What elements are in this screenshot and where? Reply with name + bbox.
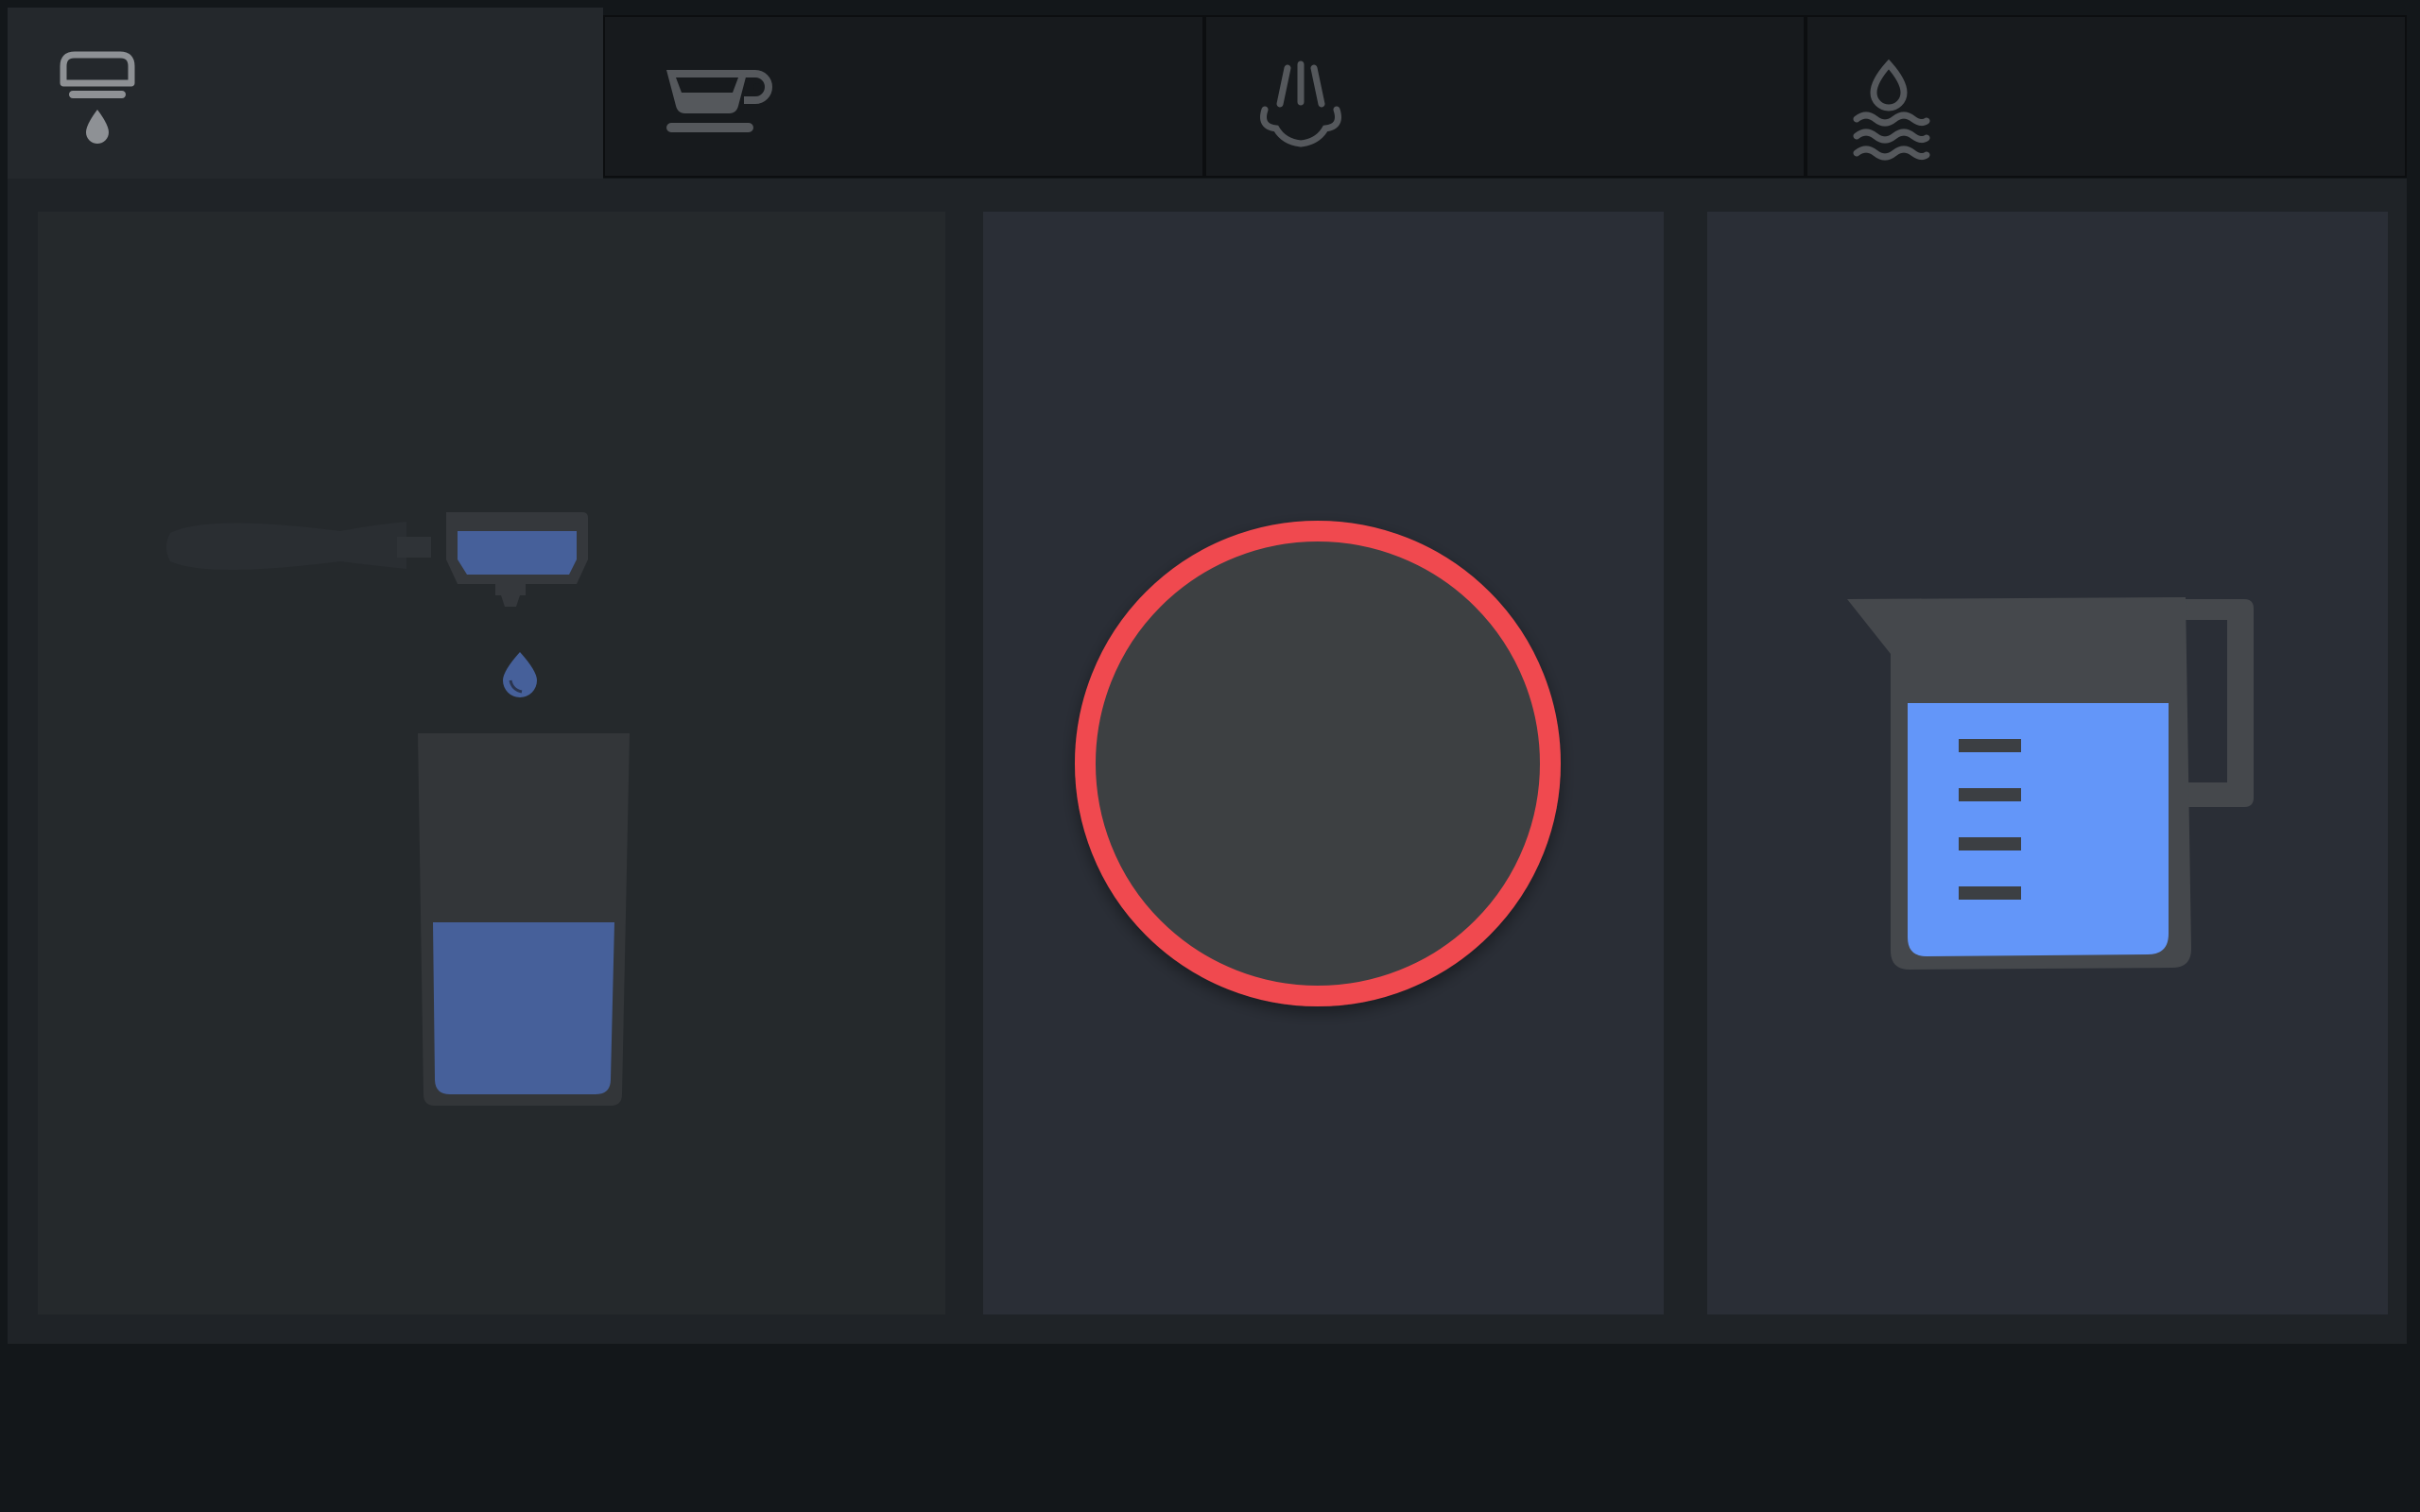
mode-tab-bar <box>8 8 2407 187</box>
tab-steam[interactable] <box>1204 15 1806 178</box>
tab-coffee[interactable] <box>603 15 1204 178</box>
hot-water-icon <box>1853 59 1930 161</box>
stop-button-icon[interactable] <box>983 212 1664 1314</box>
coffee-cup-icon <box>666 70 772 132</box>
tab-hot-water[interactable] <box>1806 15 2407 178</box>
steam-wand-icon <box>1260 60 1341 147</box>
espresso-machine-ui <box>0 0 2420 1512</box>
espresso-shot-icon <box>166 512 630 1106</box>
portafilter-coffee <box>458 531 577 575</box>
portafilter-drip-icon <box>60 51 135 144</box>
measuring-jug-icon <box>1847 597 2254 970</box>
jug-water <box>1908 703 2169 956</box>
espresso-shot-card[interactable] <box>38 212 945 1314</box>
stop-card[interactable] <box>983 212 1664 1314</box>
shot-glass-liquid <box>433 922 614 1094</box>
measuring-jug-card[interactable] <box>1707 212 2388 1314</box>
tab-espresso[interactable] <box>8 8 603 187</box>
main-panel <box>8 179 2407 1344</box>
portafilter-handle <box>166 522 406 570</box>
